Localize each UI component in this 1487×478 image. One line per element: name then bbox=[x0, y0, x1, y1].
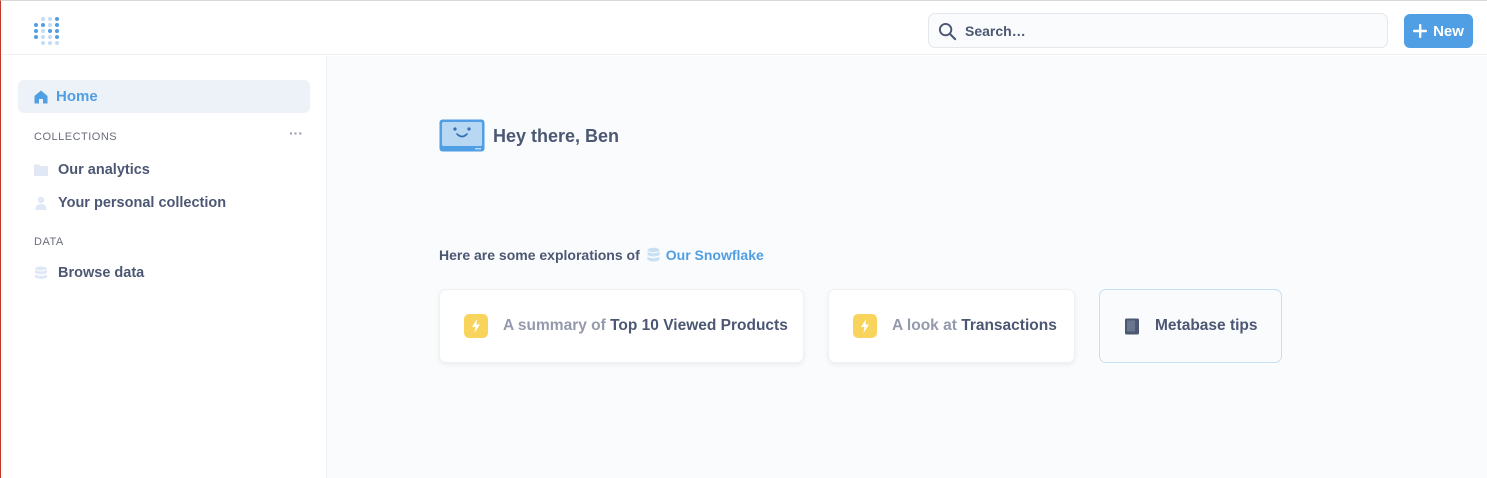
explorations-prefix: Here are some explorations of bbox=[439, 247, 640, 263]
database-link[interactable]: Our Snowflake bbox=[646, 247, 764, 263]
database-icon bbox=[35, 266, 47, 279]
search-input[interactable] bbox=[965, 14, 1375, 47]
folder-icon bbox=[34, 164, 48, 176]
book-icon bbox=[1125, 318, 1139, 334]
bolt-icon bbox=[853, 314, 877, 338]
sidebar-item-personal-collection[interactable]: Your personal collection bbox=[34, 191, 226, 215]
metabase-tips-card[interactable]: Metabase tips bbox=[1099, 289, 1282, 363]
tips-label: Metabase tips bbox=[1155, 317, 1258, 334]
person-icon bbox=[35, 196, 47, 210]
search-bar[interactable] bbox=[928, 13, 1388, 48]
sidebar: Home COLLECTIONS ··· Our analytics Your … bbox=[2, 56, 327, 478]
card-prefix: A summary of bbox=[503, 317, 606, 334]
new-button-label: New bbox=[1433, 22, 1464, 40]
sidebar-item-home[interactable]: Home bbox=[18, 80, 310, 113]
greeting-text: Hey there, Ben bbox=[493, 125, 620, 146]
card-title: Transactions bbox=[961, 317, 1057, 334]
bolt-icon bbox=[464, 314, 488, 338]
data-heading: DATA bbox=[34, 236, 64, 248]
top-navbar: New bbox=[2, 2, 1487, 55]
plus-icon bbox=[1413, 24, 1428, 38]
sidebar-item-label: Browse data bbox=[58, 265, 145, 281]
sidebar-item-label: Your personal collection bbox=[58, 195, 227, 211]
main-content: Hey there, Ben Here are some exploration… bbox=[327, 56, 1487, 478]
app-frame: New Home COLLECTIONS ··· Our analytics Y… bbox=[0, 0, 1487, 478]
sidebar-item-label: Home bbox=[56, 88, 98, 105]
card-prefix: A look at bbox=[892, 317, 957, 334]
new-button[interactable]: New bbox=[1404, 14, 1473, 48]
card-title: Top 10 Viewed Products bbox=[610, 317, 788, 334]
collections-heading: COLLECTIONS bbox=[34, 131, 118, 143]
search-icon bbox=[938, 22, 957, 41]
home-icon bbox=[34, 90, 48, 103]
metabase-logo-icon[interactable] bbox=[33, 16, 61, 46]
metabot-icon bbox=[439, 119, 485, 152]
sidebar-item-our-analytics[interactable]: Our analytics bbox=[34, 158, 150, 182]
exploration-card-transactions[interactable]: A look at Transactions bbox=[828, 289, 1075, 363]
database-name: Our Snowflake bbox=[665, 247, 764, 263]
sidebar-item-browse-data[interactable]: Browse data bbox=[34, 261, 144, 285]
collections-more-icon[interactable]: ··· bbox=[289, 126, 305, 140]
database-icon bbox=[647, 247, 660, 262]
explorations-line: Here are some explorations of Our Snowfl… bbox=[439, 247, 764, 263]
exploration-card-top-products[interactable]: A summary of Top 10 Viewed Products bbox=[439, 289, 804, 363]
sidebar-item-label: Our analytics bbox=[58, 162, 150, 178]
greeting: Hey there, Ben bbox=[439, 119, 619, 153]
